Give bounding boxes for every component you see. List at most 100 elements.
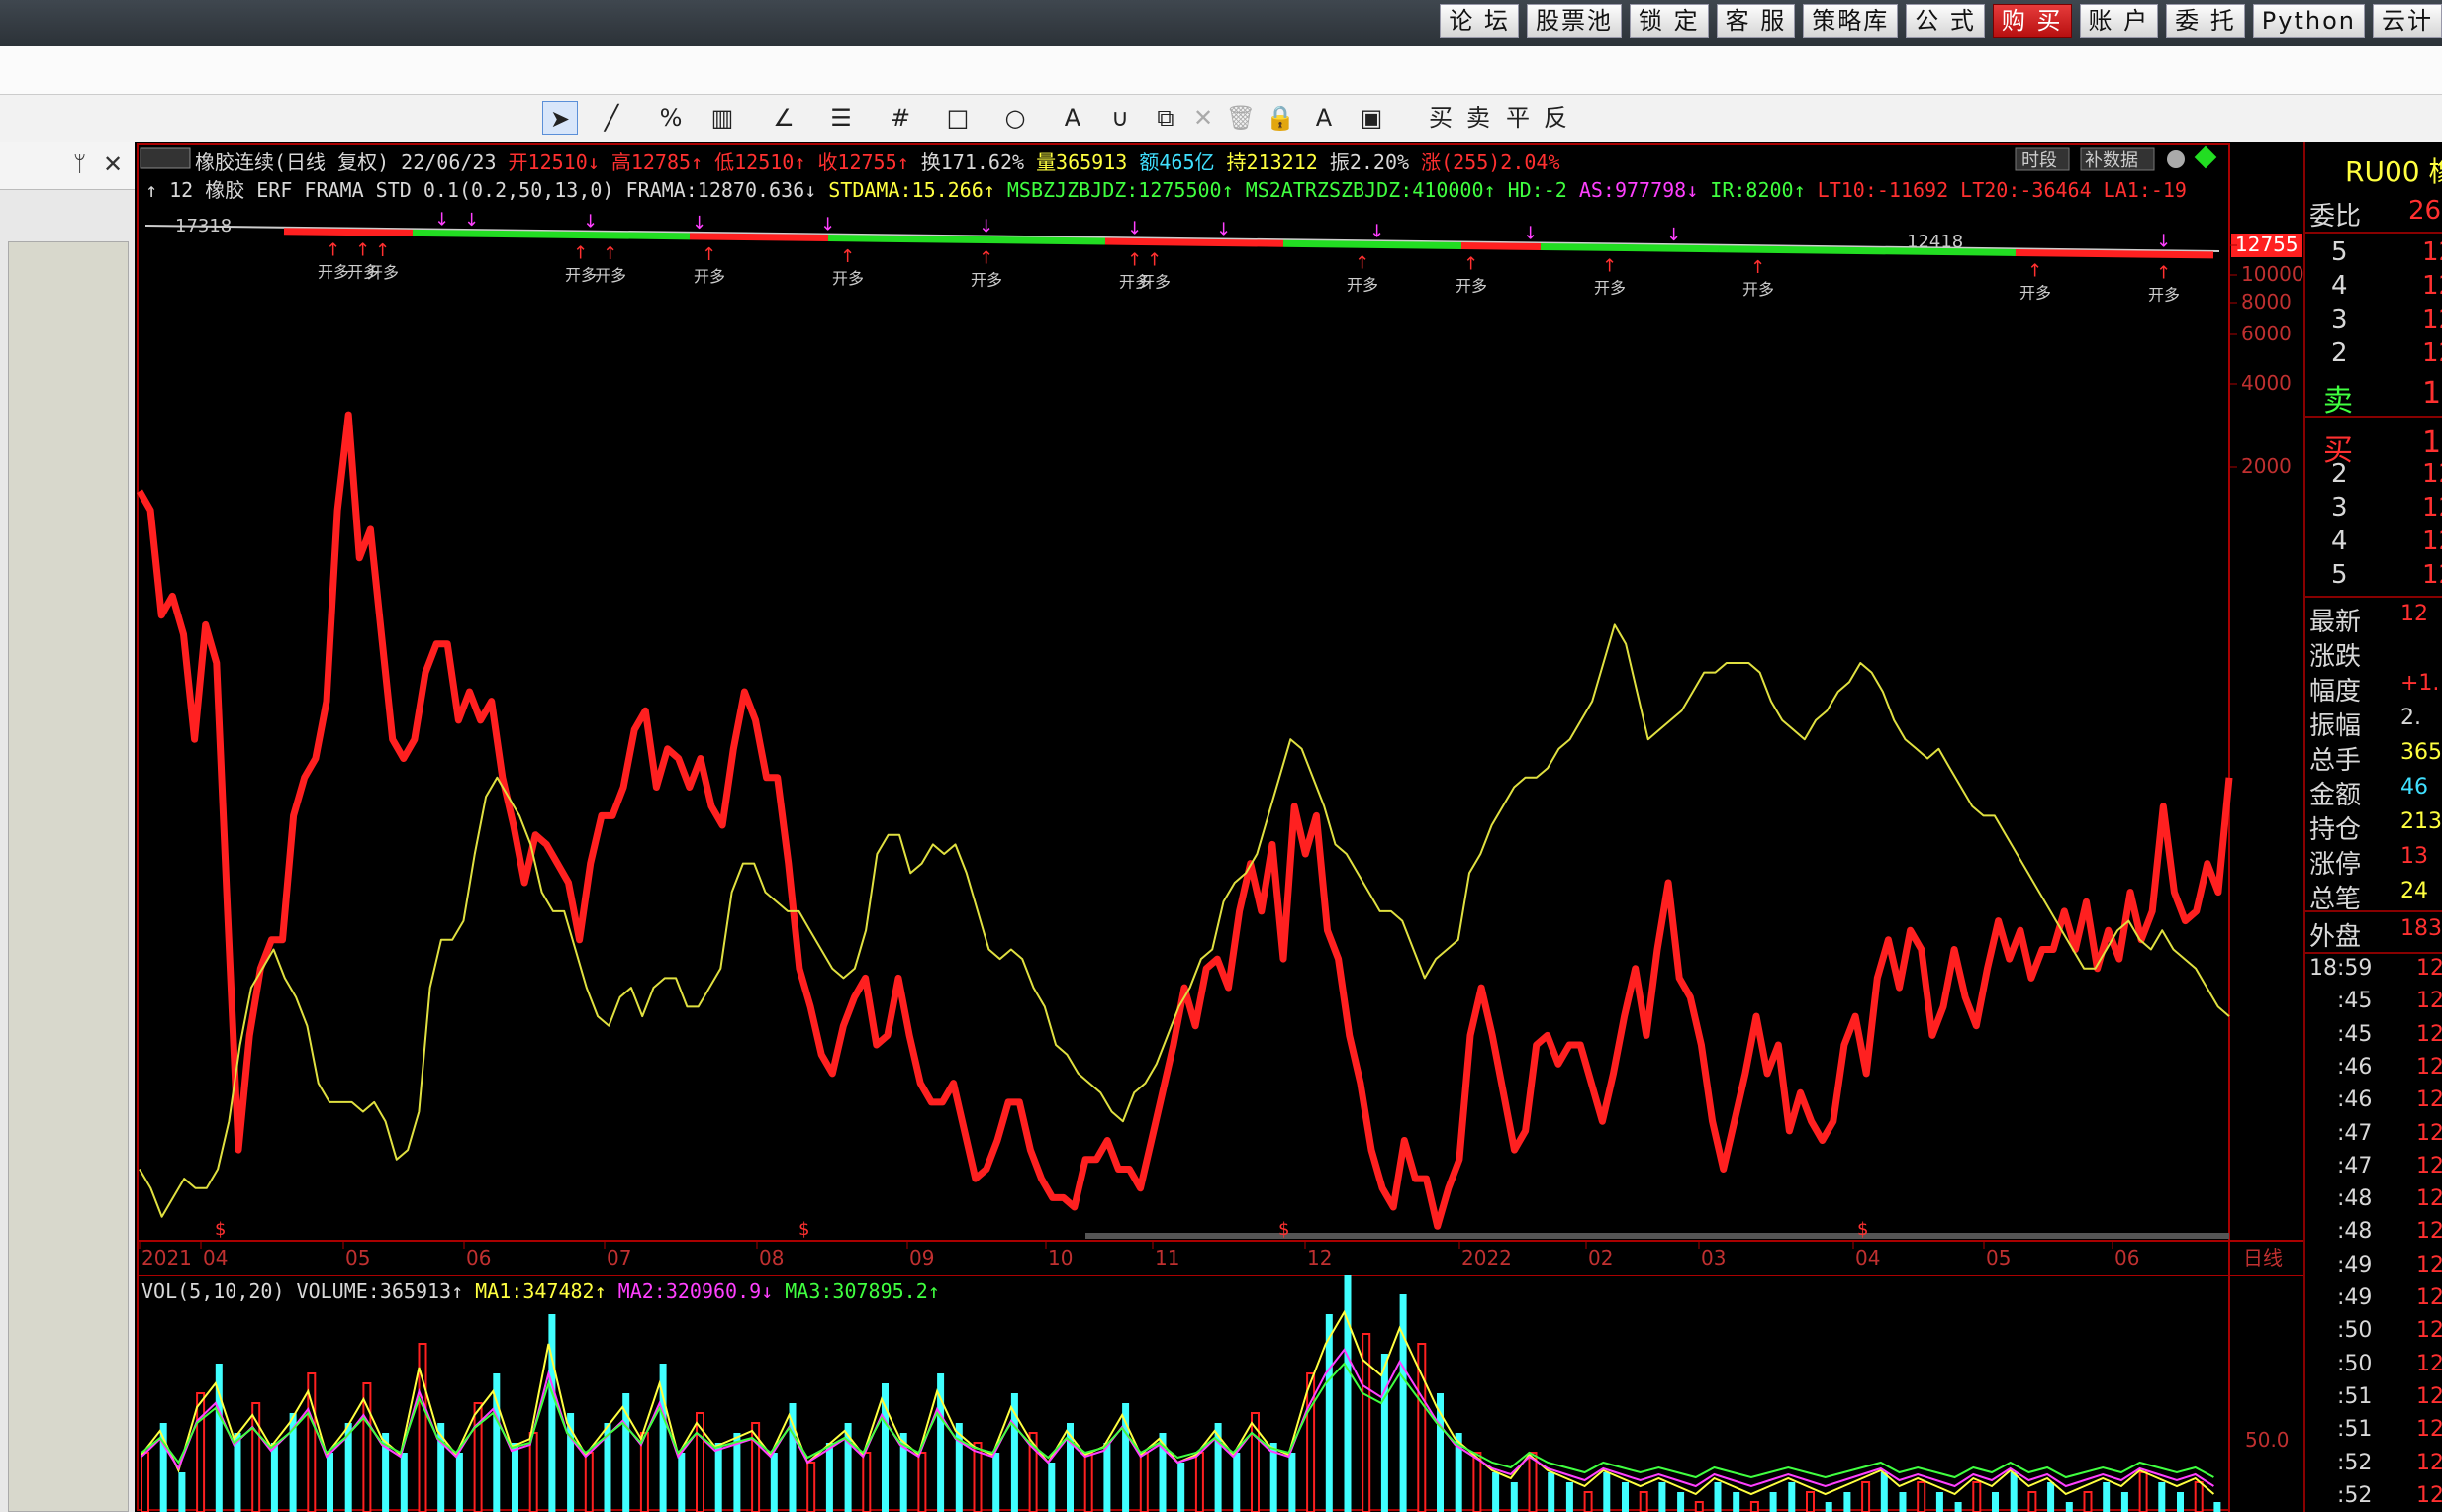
volume-bar-17 (455, 1453, 463, 1512)
cloud-button[interactable]: 云计 (2373, 4, 2442, 38)
sell-level-value-3: 12 (2422, 305, 2442, 334)
kline-chart[interactable]: 橡胶连续(日线 复权) 22/06/23 开12510↓ 高12785↑ 低12… (136, 142, 2303, 1512)
volume-bar-22 (548, 1314, 556, 1512)
sell-arrow-7: ↓ (1216, 220, 1231, 240)
tick-time-3: :46 (2337, 1054, 2373, 1080)
info-row-2: ↑ 12 橡胶 ERF FRAMA STD 0.1(0.2,50,13,0) F… (145, 178, 2187, 202)
tick-time-5: :47 (2337, 1120, 2373, 1146)
circle-tool-icon[interactable]: ○ (997, 101, 1033, 135)
magnet-tool-icon[interactable]: ∪ (1102, 101, 1138, 135)
tick-time-8: :48 (2337, 1219, 2373, 1245)
lock-button[interactable]: 锁 定 (1629, 4, 1709, 38)
volume-bar-77 (1565, 1482, 1573, 1512)
stat-value-4: 365 (2400, 740, 2442, 765)
left-panel-header: ᛘ ✕ (0, 142, 135, 190)
fill-data-button: 补数据 (2085, 150, 2138, 171)
period-selector (140, 147, 191, 169)
volume-bar-93 (1861, 1481, 1871, 1512)
stat-label-5: 金额 (2309, 781, 2362, 810)
buy-arrow-14: ↑ (2027, 261, 2042, 282)
stat-value-3: 2. (2400, 706, 2421, 730)
reverse-mark-tool[interactable]: 反 (1538, 101, 1573, 135)
forum-button[interactable]: 论 坛 (1440, 4, 1519, 38)
percent-tool-icon[interactable]: % (653, 101, 689, 135)
volume-bar-39 (862, 1452, 872, 1512)
volume-bar-56 (1177, 1463, 1185, 1512)
trash-tool-icon[interactable]: 🗑 (1223, 101, 1259, 135)
volume-bar-103 (2047, 1482, 2055, 1512)
order-button[interactable]: 委 托 (2166, 4, 2245, 38)
line-tool-icon[interactable]: ╱ (594, 101, 629, 135)
cursor-tool-icon[interactable]: ➤ (542, 101, 578, 135)
volume-bar-111 (2194, 1481, 2204, 1512)
volume-bar-82 (1658, 1482, 1666, 1512)
high-marker: 17318 (175, 216, 232, 236)
text-tool-icon[interactable]: A (1055, 101, 1090, 135)
stat-value-2: +1. (2400, 671, 2440, 696)
symbol-label: RU00 橡 (2345, 155, 2442, 188)
buy-arrow-5: ↑ (702, 244, 716, 265)
sell-level-value-2: 12 (2422, 338, 2442, 368)
dividend-marker-3: $ (1857, 1219, 1868, 1240)
channel-tool-icon[interactable]: ☰ (823, 101, 859, 135)
volume-bar-59 (1233, 1453, 1241, 1512)
tick-price-9: 12 (2416, 1252, 2442, 1277)
volume-bar-65 (1344, 1275, 1352, 1512)
close-mark-tool[interactable]: 平 (1500, 101, 1536, 135)
volume-bar-98 (1954, 1502, 1962, 1512)
formula-button[interactable]: 公 式 (1906, 4, 1985, 38)
x-axis-label-4: 07 (607, 1246, 631, 1270)
band-marker: 12418 (1907, 232, 1963, 252)
buy-arrow-9: ↑ (1147, 250, 1162, 271)
volume-bar-7 (270, 1443, 278, 1512)
python-button[interactable]: Python (2252, 4, 2365, 38)
signal-label-2: 开多 (367, 263, 399, 282)
color-tool-icon[interactable]: A (1306, 101, 1342, 135)
pin-icon[interactable]: ᛘ (73, 152, 86, 177)
volume-bar-109 (2158, 1482, 2166, 1512)
volume-bar-46 (992, 1453, 1000, 1512)
strategy-button[interactable]: 策略库 (1803, 4, 1899, 38)
volume-bar-106 (2103, 1482, 2111, 1512)
volume-bar-107 (2120, 1492, 2128, 1512)
signal-label-6: 开多 (832, 269, 864, 288)
stat-label-3: 振幅 (2309, 711, 2362, 741)
divider-3 (2305, 596, 2442, 598)
sell-level-3: 3 (2331, 305, 2348, 334)
volume-bar-79 (1603, 1472, 1611, 1512)
angle-tool-icon[interactable]: ∠ (766, 101, 801, 135)
grid-tool-icon[interactable]: # (883, 101, 918, 135)
volume-bar-20 (512, 1443, 518, 1512)
volume-bar-91 (1825, 1502, 1832, 1512)
x-axis-label-12: 03 (1701, 1246, 1726, 1270)
x-axis-label-14: 05 (1986, 1246, 2011, 1270)
lock-tool-icon[interactable]: 🔒 (1263, 101, 1298, 135)
volume-bar-10 (327, 1453, 333, 1512)
account-button[interactable]: 账 户 (2079, 4, 2159, 38)
tick-time-12: :50 (2337, 1351, 2373, 1376)
price-axis-label-1: 10000 (2241, 262, 2303, 286)
delete-tool-icon[interactable]: ✕ (1185, 101, 1221, 135)
x-axis-label-1: 04 (203, 1246, 228, 1270)
buy-mark-tool[interactable]: 买 (1423, 101, 1458, 135)
info-row-1: 橡胶连续(日线 复权) 22/06/23 开12510↓ 高12785↑ 低12… (195, 150, 1560, 174)
volume-bar-70 (1437, 1393, 1444, 1512)
chart-canvas[interactable]: 橡胶连续(日线 复权) 22/06/23 开12510↓ 高12785↑ 低12… (136, 142, 2303, 1512)
save-tool-icon[interactable]: ▣ (1354, 101, 1389, 135)
signal-label-11: 开多 (1456, 277, 1487, 296)
buy-arrow-15: ↑ (2156, 262, 2171, 283)
signal-label-14: 开多 (2019, 284, 2051, 303)
band-segment-5 (1282, 239, 1462, 249)
tick-time-6: :47 (2337, 1153, 2373, 1179)
stock-pool-button[interactable]: 股票池 (1526, 4, 1622, 38)
top-button-group: 论 坛股票池锁 定客 服策略库公 式购 买账 户委 托 Python 云计 (1440, 4, 2442, 38)
buy-button[interactable]: 购 买 (1992, 4, 2072, 38)
copy-tool-icon[interactable]: ⧉ (1148, 101, 1183, 135)
fib-tool-icon[interactable]: ▥ (704, 101, 740, 135)
service-button[interactable]: 客 服 (1716, 4, 1796, 38)
sell-label: 卖 (2323, 384, 2353, 419)
sell-mark-tool[interactable]: 卖 (1460, 101, 1496, 135)
sell-level-5: 5 (2331, 237, 2348, 267)
rect-tool-icon[interactable]: □ (940, 101, 976, 135)
close-icon[interactable]: ✕ (103, 150, 123, 178)
